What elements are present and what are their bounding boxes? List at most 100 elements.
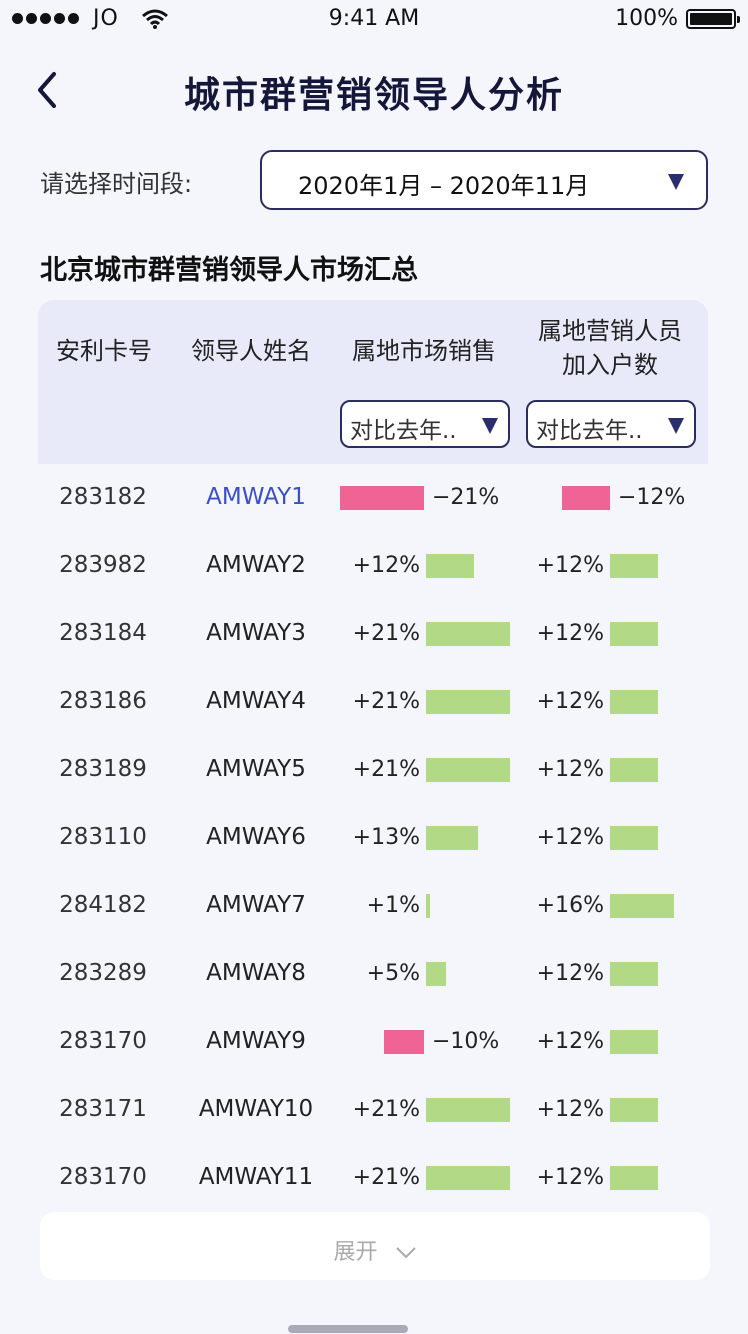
sales-bar xyxy=(426,826,478,850)
header-leader-name: 领导人姓名 xyxy=(191,337,311,365)
page-title: 城市群营销领导人分析 xyxy=(183,75,564,116)
members-bar xyxy=(610,1030,658,1054)
table-row[interactable]: 283189 AMWAY5 +21% +12% xyxy=(0,736,748,804)
leader-name: AMWAY9 xyxy=(206,1028,306,1054)
members-bar xyxy=(610,826,658,850)
sales-percentage: −21% xyxy=(432,485,500,510)
triangle-down-icon xyxy=(668,418,684,434)
card-number: 283184 xyxy=(59,620,147,646)
table-row[interactable]: 283170 AMWAY9 −10% +12% xyxy=(0,1008,748,1076)
period-select[interactable]: 2020年1月 – 2020年11月 xyxy=(260,150,708,210)
header-new-members: 属地营销人员 加入户数 xyxy=(520,314,700,382)
sales-percentage: −10% xyxy=(432,1029,500,1054)
sales-percentage: +21% xyxy=(352,1165,420,1190)
members-percentage: +16% xyxy=(536,893,604,918)
period-value: 2020年1月 – 2020年11月 xyxy=(298,172,590,200)
members-bar xyxy=(562,486,610,510)
leader-name: AMWAY7 xyxy=(206,892,306,918)
sales-bar xyxy=(384,1030,424,1054)
sales-bar xyxy=(426,1098,510,1122)
table-row[interactable]: 283289 AMWAY8 +5% +12% xyxy=(0,940,748,1008)
sales-bar xyxy=(426,962,446,986)
sales-percentage: +5% xyxy=(366,961,420,986)
members-bar xyxy=(610,962,658,986)
card-number: 283170 xyxy=(59,1164,147,1190)
sales-compare-select[interactable]: 对比去年.. xyxy=(340,400,510,448)
members-percentage: −12% xyxy=(618,485,686,510)
leader-name: AMWAY3 xyxy=(206,620,306,646)
leader-name: AMWAY2 xyxy=(206,552,306,578)
sales-percentage: +21% xyxy=(352,689,420,714)
leader-name: AMWAY10 xyxy=(198,1096,314,1122)
header-local-sales: 属地市场销售 xyxy=(352,337,496,365)
table-row[interactable]: 283982 AMWAY2 +12% +12% xyxy=(0,532,748,600)
header-card-number: 安利卡号 xyxy=(56,337,152,365)
members-percentage: +12% xyxy=(536,621,604,646)
sales-bar xyxy=(426,758,510,782)
sales-bar xyxy=(426,554,474,578)
battery-icon xyxy=(686,8,740,29)
table-row[interactable]: 283182 AMWAY1 −21% −12% xyxy=(0,464,748,532)
sales-percentage: +12% xyxy=(352,553,420,578)
table-row[interactable]: 283186 AMWAY4 +21% +12% xyxy=(0,668,748,736)
members-compare-value: 对比去年.. xyxy=(536,418,643,444)
sales-bar xyxy=(426,622,510,646)
sales-percentage: +21% xyxy=(352,757,420,782)
members-bar xyxy=(610,894,674,918)
sales-bar xyxy=(426,690,510,714)
home-indicator[interactable] xyxy=(288,1325,408,1333)
section-title: 北京城市群营销领导人市场汇总 xyxy=(40,255,418,286)
table-row[interactable]: 284182 AMWAY7 +1% +16% xyxy=(0,872,748,940)
card-number: 283182 xyxy=(59,484,147,510)
leader-name: AMWAY11 xyxy=(198,1164,314,1190)
sales-bar xyxy=(426,894,430,918)
members-bar xyxy=(610,1098,658,1122)
members-percentage: +12% xyxy=(536,689,604,714)
table-header: 安利卡号 领导人姓名 属地市场销售 属地营销人员 加入户数 对比去年.. 对比去… xyxy=(38,300,708,464)
period-label: 请选择时间段: xyxy=(40,170,193,198)
sales-bar xyxy=(426,1166,510,1190)
table-row[interactable]: 283170 AMWAY11 +21% +12% xyxy=(0,1144,748,1204)
sales-percentage: +13% xyxy=(352,825,420,850)
triangle-down-icon xyxy=(668,174,684,190)
sales-compare-value: 对比去年.. xyxy=(350,418,457,444)
members-compare-select[interactable]: 对比去年.. xyxy=(526,400,696,448)
members-percentage: +12% xyxy=(536,825,604,850)
leader-name: AMWAY5 xyxy=(206,756,306,782)
sales-percentage: +21% xyxy=(352,621,420,646)
members-percentage: +12% xyxy=(536,1097,604,1122)
members-bar xyxy=(610,758,658,782)
members-bar xyxy=(610,1166,658,1190)
table-row[interactable]: 283184 AMWAY3 +21% +12% xyxy=(0,600,748,668)
members-percentage: +12% xyxy=(536,1029,604,1054)
card-number: 284182 xyxy=(59,892,147,918)
triangle-down-icon xyxy=(482,418,498,434)
table-row[interactable]: 283110 AMWAY6 +13% +12% xyxy=(0,804,748,872)
header-new-members-line2: 加入户数 xyxy=(562,351,658,379)
leader-name: AMWAY8 xyxy=(206,960,306,986)
leader-name: AMWAY4 xyxy=(206,688,306,714)
header-new-members-line1: 属地营销人员 xyxy=(538,317,682,345)
members-percentage: +12% xyxy=(536,961,604,986)
card-number: 283110 xyxy=(59,824,147,850)
leader-name[interactable]: AMWAY1 xyxy=(176,484,336,510)
card-number: 283186 xyxy=(59,688,147,714)
card-number: 283170 xyxy=(59,1028,147,1054)
table-row[interactable]: 283171 AMWAY10 +21% +12% xyxy=(0,1076,748,1144)
chevron-down-icon xyxy=(395,1246,416,1258)
card-number: 283189 xyxy=(59,756,147,782)
card-number: 283289 xyxy=(59,960,147,986)
members-percentage: +12% xyxy=(536,553,604,578)
card-number: 283982 xyxy=(59,552,147,578)
members-bar xyxy=(610,622,658,646)
members-percentage: +12% xyxy=(536,757,604,782)
sales-percentage: +1% xyxy=(366,893,420,918)
status-bar: JO 9:41 AM 100% xyxy=(0,0,748,40)
members-bar xyxy=(610,690,658,714)
battery-percentage: 100% xyxy=(615,6,678,31)
card-number: 283171 xyxy=(59,1096,147,1122)
expand-label: 展开 xyxy=(333,1240,378,1265)
table-body: 283182 AMWAY1 −21% −12% 283982 AMWAY2 +12% +12%… xyxy=(0,464,748,1204)
sales-bar xyxy=(340,486,424,510)
expand-button[interactable]: 展开 xyxy=(40,1212,710,1280)
